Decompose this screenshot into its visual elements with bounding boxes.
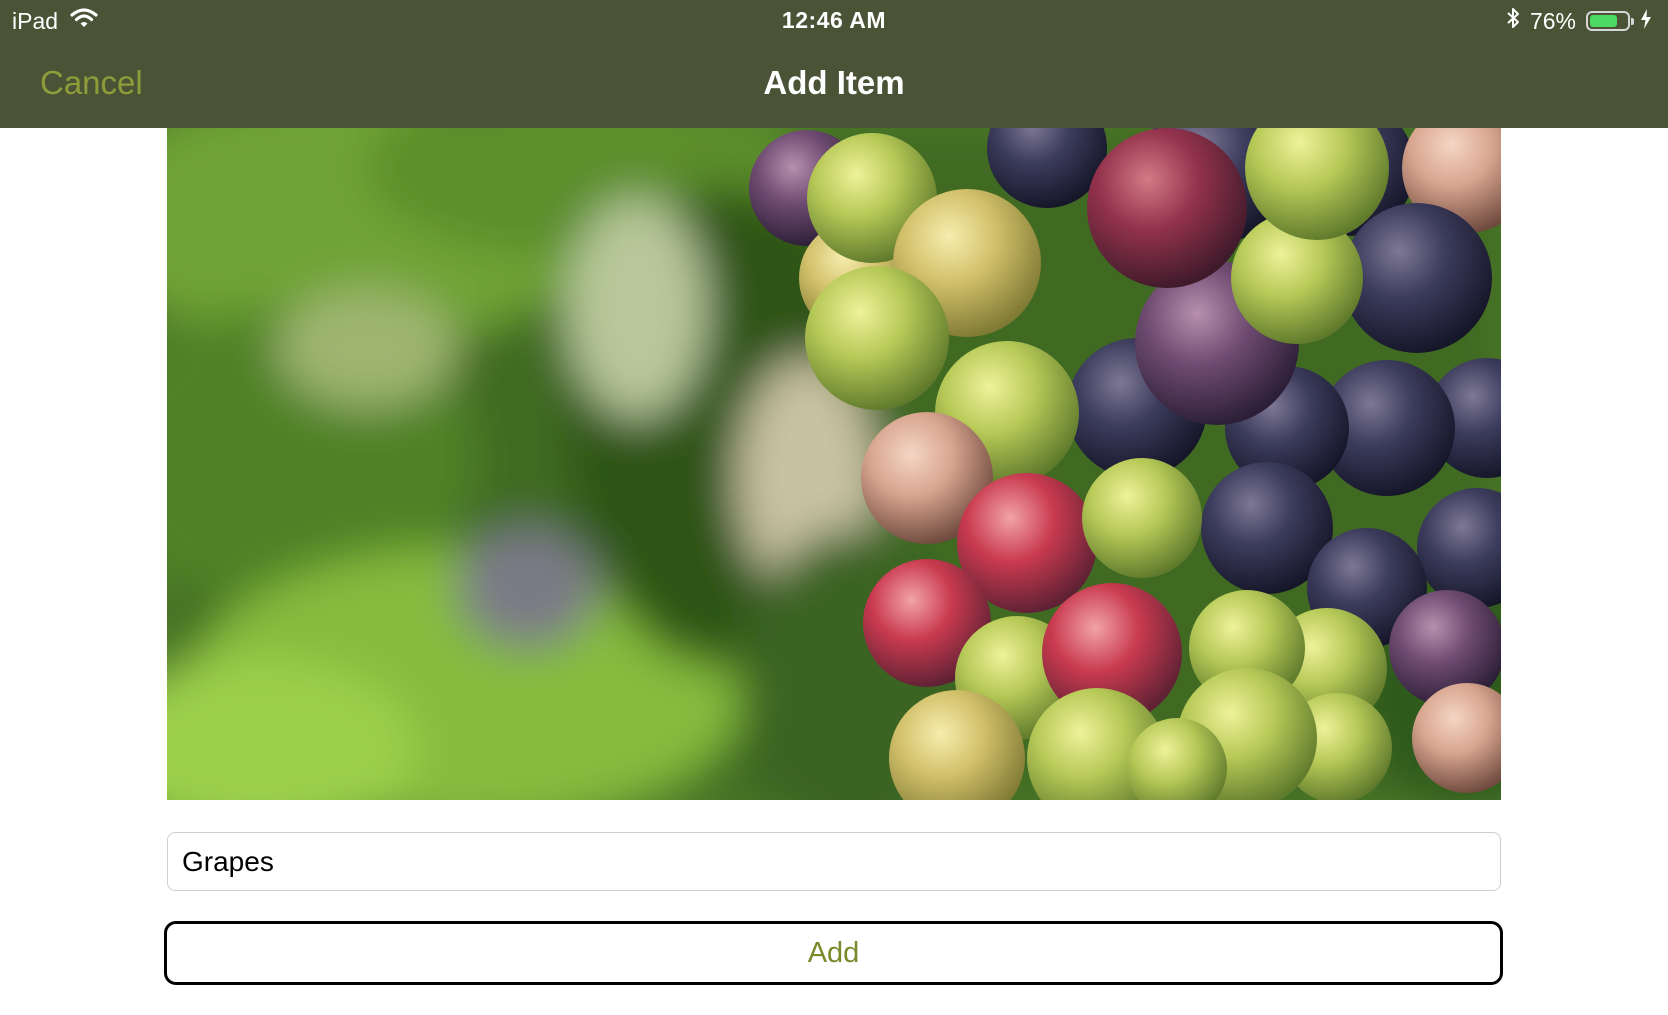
status-bar: iPad 12:46 AM 76% xyxy=(0,0,1668,40)
grapes-photo-illustration xyxy=(167,128,1501,800)
navigation-bar: Cancel Add Item xyxy=(0,40,1668,128)
item-photo xyxy=(167,128,1501,800)
add-button[interactable]: Add xyxy=(164,921,1503,985)
battery-tip xyxy=(1631,18,1634,25)
add-item-screen: iPad 12:46 AM 76% Cancel Add Item Grapes… xyxy=(0,0,1668,1015)
battery-fill xyxy=(1590,15,1617,27)
top-bar: iPad 12:46 AM 76% Cancel Add Item xyxy=(0,0,1668,128)
bluetooth-icon xyxy=(1506,6,1520,36)
item-name-input[interactable] xyxy=(167,832,1501,891)
battery-icon xyxy=(1586,11,1634,31)
battery-percent: 76% xyxy=(1529,7,1576,34)
status-time: 12:46 AM xyxy=(781,7,887,33)
status-right: 76% xyxy=(1506,6,1652,36)
page-title: Add Item xyxy=(763,64,905,101)
charging-bolt-icon xyxy=(1640,8,1652,35)
